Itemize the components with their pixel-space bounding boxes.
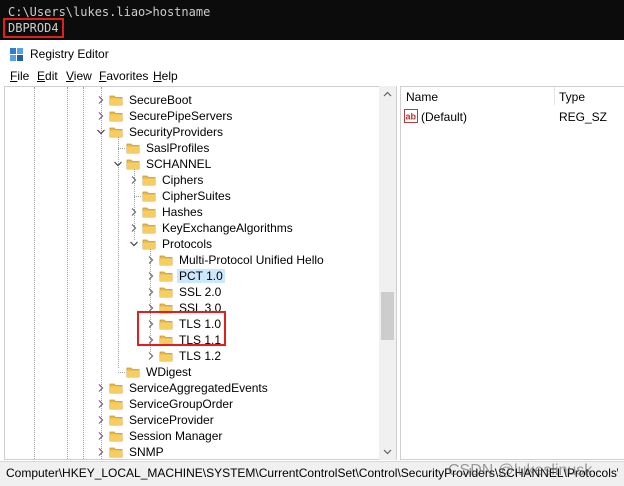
tree-node-label: SecurePipeServers [129, 109, 233, 123]
folder-icon [109, 429, 123, 443]
console-command-line: C:\Users\lukes.liao>hostname [8, 5, 211, 19]
chevron-right-icon[interactable] [95, 414, 107, 426]
tree-guide [118, 136, 119, 368]
folder-icon [109, 125, 123, 139]
tree-node-label: CipherSuites [162, 189, 231, 203]
tree-node-label: Multi-Protocol Unified Hello [179, 253, 324, 267]
tree-node-label: SCHANNEL [146, 157, 212, 171]
folder-icon [159, 253, 173, 267]
chevron-right-icon[interactable] [95, 446, 107, 458]
folder-icon [109, 381, 123, 395]
console-output: C:\Users\lukes.liao>hostname DBPROD4 [0, 0, 624, 40]
folder-icon [142, 221, 156, 235]
column-divider[interactable] [554, 87, 555, 105]
tree-node-label: ServiceProvider [129, 413, 214, 427]
tree-node-label: Hashes [162, 205, 203, 219]
folder-icon [126, 141, 140, 155]
string-value-icon: ab [404, 109, 418, 123]
chevron-right-icon[interactable] [145, 286, 157, 298]
registry-editor-icon [10, 48, 23, 61]
folder-icon [109, 397, 123, 411]
chevron-right-icon[interactable] [128, 174, 140, 186]
svg-text:ab: ab [406, 112, 417, 122]
folder-icon [142, 237, 156, 251]
tree-node-label: ServiceGroupOrder [129, 397, 234, 411]
tree-vertical-scrollbar[interactable] [379, 86, 396, 460]
value-name-default[interactable]: (Default) [421, 110, 467, 124]
values-list-pane[interactable] [400, 86, 624, 460]
window-title: Registry Editor [30, 47, 109, 61]
column-header-type[interactable]: Type [559, 90, 585, 104]
chevron-right-icon[interactable] [128, 206, 140, 218]
menu-view[interactable]: View [66, 69, 92, 83]
folder-icon [126, 157, 140, 171]
tree-node-label: KeyExchangeAlgorithms [162, 221, 293, 235]
chevron-right-icon[interactable] [95, 382, 107, 394]
menu-favorites[interactable]: Favorites [99, 69, 148, 83]
chevron-right-icon[interactable] [95, 94, 107, 106]
tree-node-label: SecurityProviders [129, 125, 224, 139]
scroll-up-arrow-icon[interactable] [379, 86, 396, 103]
chevron-right-icon[interactable] [95, 430, 107, 442]
scroll-thumb[interactable] [381, 292, 394, 340]
tree-node-label: Session Manager [129, 429, 223, 443]
hostname-highlight-box [3, 18, 64, 38]
tree-connector [118, 148, 125, 149]
tree-guide [83, 87, 84, 459]
folder-icon [109, 93, 123, 107]
tree-node-label: Protocols [162, 237, 213, 251]
tree-guide [67, 87, 68, 459]
tls-highlight-box [137, 311, 226, 346]
chevron-down-icon[interactable] [128, 238, 140, 250]
folder-icon [142, 173, 156, 187]
tree-guide [34, 87, 35, 459]
menu-bar [0, 68, 624, 86]
tree-node-label: PCT 1.0 [177, 269, 225, 283]
tree-node-label: TLS 1.2 [179, 349, 222, 363]
chevron-right-icon[interactable] [145, 270, 157, 282]
chevron-right-icon[interactable] [95, 398, 107, 410]
chevron-right-icon[interactable] [128, 222, 140, 234]
folder-icon [142, 189, 156, 203]
tree-node-label: SSL 2.0 [179, 285, 222, 299]
folder-icon [109, 413, 123, 427]
menu-file[interactable]: File [10, 69, 29, 83]
menu-edit[interactable]: Edit [37, 69, 58, 83]
watermark-text: CSDN @lukeslinusk [448, 462, 593, 479]
folder-icon [126, 365, 140, 379]
folder-icon [159, 349, 173, 363]
tree-node-label: SecureBoot [129, 93, 192, 107]
folder-icon [159, 269, 173, 283]
folder-icon [142, 205, 156, 219]
tree-connector [134, 196, 141, 197]
chevron-down-icon[interactable] [112, 158, 124, 170]
tree-node-label: ServiceAggregatedEvents [129, 381, 268, 395]
chevron-right-icon[interactable] [145, 350, 157, 362]
tree-node-label: Ciphers [162, 173, 204, 187]
scroll-down-arrow-icon[interactable] [379, 443, 396, 460]
menu-help[interactable]: Help [153, 69, 178, 83]
chevron-down-icon[interactable] [95, 126, 107, 138]
folder-icon [109, 109, 123, 123]
tree-node-label: WDigest [146, 365, 192, 379]
folder-icon [109, 445, 123, 459]
chevron-right-icon[interactable] [145, 254, 157, 266]
chevron-right-icon[interactable] [95, 110, 107, 122]
column-header-name[interactable]: Name [406, 90, 438, 104]
tree-connector [118, 372, 125, 373]
value-type-default[interactable]: REG_SZ [559, 110, 607, 124]
tree-node-label: SaslProfiles [146, 141, 210, 155]
folder-icon [159, 285, 173, 299]
tree-node-label: SNMP [129, 445, 164, 459]
